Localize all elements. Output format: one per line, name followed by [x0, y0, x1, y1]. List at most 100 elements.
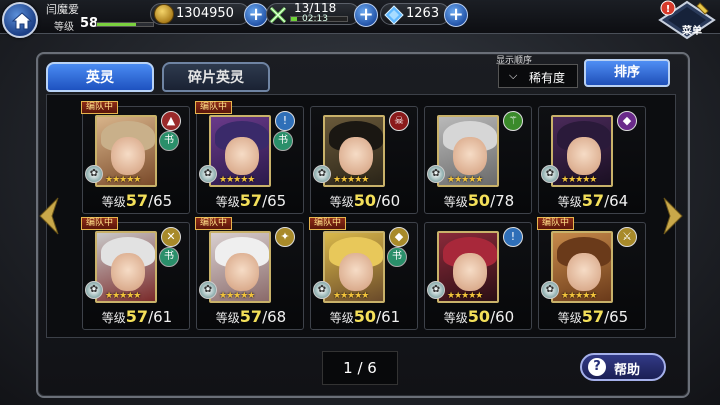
hero-card[interactable]: 编队中 ⚔ ✿ ★★★★★ 等级57/65 [537, 217, 646, 330]
hero-level-value: 57 [239, 307, 263, 326]
attribute-icon: ✿ [427, 281, 445, 299]
hero-face [567, 253, 601, 291]
add-coins-button[interactable]: + [244, 3, 268, 27]
element-icon: ! [503, 227, 523, 247]
hero-face [453, 253, 487, 291]
menu-label: 菜单 [682, 26, 702, 37]
sort-order-value: 稀有度 [529, 71, 566, 85]
hero-level-label: 等级 [329, 311, 354, 325]
level-label: 等级 [54, 22, 74, 33]
hero-card[interactable]: 编队中 ◆ 书 ✿ ★★★★★ 等级50/61 [309, 217, 418, 330]
hero-level-label: 等级 [443, 311, 468, 325]
hero-level-value: 57 [125, 191, 149, 210]
rarity-stars: ★★★★★ [447, 175, 483, 185]
rarity-stars: ★★★★★ [105, 175, 141, 185]
hero-level: 等级57/61 [85, 307, 189, 326]
level-progress-bar [96, 22, 154, 27]
add-gems-button[interactable]: + [444, 3, 468, 27]
hero-level: 等级50/60 [313, 191, 417, 210]
coin-icon [154, 4, 174, 24]
hero-face [111, 253, 145, 291]
attribute-icon: ✿ [85, 281, 103, 299]
crossed-swords-icon [269, 6, 287, 24]
hero-level-max: /65 [604, 308, 629, 326]
hero-level-value: 57 [581, 191, 605, 210]
hero-face [339, 137, 373, 175]
rarity-stars: ★★★★★ [219, 291, 255, 301]
sort-order-select[interactable]: ⌵ 稀有度 [498, 64, 578, 88]
hero-level: 等级57/65 [541, 307, 645, 326]
hero-level-value: 50 [353, 191, 377, 210]
rarity-stars: ★★★★★ [333, 175, 369, 185]
rarity-stars: ★★★★★ [561, 175, 597, 185]
hero-level-label: 等级 [215, 195, 240, 209]
hero-level: 等级57/68 [199, 307, 303, 326]
attribute-icon: ✿ [427, 165, 445, 183]
add-stamina-button[interactable]: + [354, 3, 378, 27]
in-party-badge: 编队中 [195, 217, 233, 230]
attribute-icon: ✿ [199, 165, 217, 183]
next-page-arrow-icon[interactable] [662, 196, 684, 236]
hero-face [339, 253, 373, 291]
element-icon: ◆ [617, 111, 637, 131]
rarity-stars: ★★★★★ [561, 291, 597, 301]
hero-level-max: /78 [490, 192, 515, 210]
hero-level-label: 等级 [557, 311, 582, 325]
alert-mark: ! [666, 4, 671, 15]
hero-card[interactable]: ☠ ✿ ★★★★★ 等级50/60 [310, 106, 418, 214]
hero-card[interactable]: ◆ ✿ ★★★★★ 等级57/64 [538, 106, 646, 214]
hero-face [111, 137, 145, 175]
book-icon: 书 [159, 247, 179, 267]
hero-level-label: 等级 [557, 195, 582, 209]
attribute-icon: ✿ [541, 281, 559, 299]
hero-level-max: /64 [604, 192, 629, 210]
element-icon: ✦ [275, 227, 295, 247]
attribute-icon: ✿ [313, 165, 331, 183]
previous-page-arrow-icon[interactable] [38, 196, 60, 236]
chevron-down-icon: ⌵ [509, 69, 518, 82]
in-party-badge: 编队中 [81, 101, 119, 114]
hero-face [567, 137, 601, 175]
home-button[interactable] [2, 2, 38, 38]
hero-level-max: /60 [376, 192, 401, 210]
rarity-stars: ★★★★★ [333, 291, 369, 301]
help-label: 帮助 [614, 363, 641, 378]
hero-level-label: 等级 [101, 311, 126, 325]
hero-level-value: 57 [125, 307, 149, 326]
attribute-icon: ✿ [85, 165, 103, 183]
attribute-icon: ✿ [541, 165, 559, 183]
hero-level: 等级50/60 [427, 307, 531, 326]
hero-card[interactable]: 编队中! 书 ✿ ★★★★★ 等级57/65 [195, 101, 304, 214]
hero-face [453, 137, 487, 175]
hero-level-max: /61 [148, 308, 173, 326]
sort-button[interactable]: 排序 [584, 59, 670, 87]
hero-level-label: 等级 [329, 195, 354, 209]
tab-heroes[interactable]: 英灵 [46, 62, 154, 92]
in-party-badge: 编队中 [309, 217, 347, 230]
hero-card[interactable]: 编队中 ▲ 书 ✿ ★★★★★ 等级57/65 [81, 101, 190, 214]
hero-card[interactable]: 编队中 ✦ ✿ ★★★★★ 等级57/68 [195, 217, 304, 330]
book-icon: 书 [387, 247, 407, 267]
hero-card[interactable]: ! ✿ ★★★★★ 等级50/60 [424, 222, 532, 330]
help-button[interactable]: ? 帮助 [580, 353, 666, 381]
hero-level-label: 等级 [215, 311, 240, 325]
book-icon: 书 [273, 131, 293, 151]
hero-level-value: 57 [581, 307, 605, 326]
hero-level-value: 50 [467, 307, 491, 326]
player-level: 等级 58 [46, 16, 154, 33]
hero-card[interactable]: ⚚ ✿ ★★★★★ 等级50/78 [424, 106, 532, 214]
attribute-icon: ✿ [313, 281, 331, 299]
in-party-badge: 编队中 [195, 101, 233, 114]
page-indicator: 1 / 6 [322, 351, 398, 385]
hero-card[interactable]: 编队中 ✕ 书 ✿ ★★★★★ 等级57/61 [81, 217, 190, 330]
hero-level: 等级50/61 [313, 307, 417, 326]
hero-level: 等级57/65 [85, 191, 189, 210]
hero-face [225, 137, 259, 175]
element-icon: ▲ [161, 111, 181, 131]
hero-level-value: 50 [467, 191, 491, 210]
element-icon: ✕ [161, 227, 181, 247]
hero-level: 等级50/78 [427, 191, 531, 210]
attribute-icon: ✿ [199, 281, 217, 299]
book-icon: 书 [159, 131, 179, 151]
tab-hero-fragments[interactable]: 碎片英灵 [162, 62, 270, 92]
